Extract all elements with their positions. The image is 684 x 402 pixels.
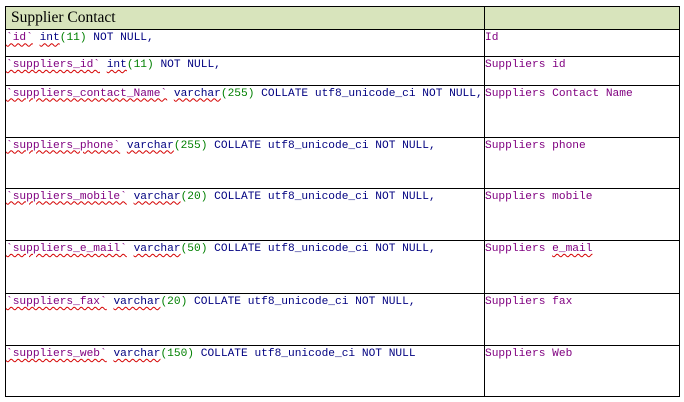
column-size: (20)	[160, 295, 188, 308]
table-title: Supplier Contact	[11, 9, 116, 26]
column-name: `suppliers_contact_Name`	[6, 87, 168, 100]
column-definition: `suppliers_id` int(11) NOT NULL,	[5, 56, 485, 86]
column-size: (150)	[160, 347, 195, 360]
table-row: `suppliers_phone` varchar(255) COLLATE u…	[5, 136, 680, 189]
column-size: (11)	[59, 32, 87, 45]
column-description: Suppliers e_mail	[484, 239, 680, 294]
column-constraints: COLLATE utf8_unicode_ci NOT NULL,	[254, 87, 483, 100]
column-type: varchar	[113, 347, 161, 360]
column-definition: `suppliers_fax` varchar(20) COLLATE utf8…	[5, 292, 485, 346]
column-type: varchar	[126, 139, 174, 152]
column-name: `suppliers_mobile`	[6, 190, 127, 203]
column-size: (11)	[126, 59, 154, 71]
table-row: `id` int(11) NOT NULL, Id	[5, 29, 680, 57]
table-row: `suppliers_mobile` varchar(20) COLLATE u…	[5, 187, 680, 241]
column-name: `suppliers_phone`	[6, 139, 121, 152]
column-constraints: COLLATE utf8_unicode_ci NOT NULL,	[207, 190, 436, 203]
table-row: `suppliers_e_mail` varchar(50) COLLATE u…	[5, 239, 680, 294]
column-constraints: COLLATE utf8_unicode_ci NOT NULL,	[207, 242, 436, 255]
table-title-cell: Supplier Contact	[5, 5, 485, 31]
column-type: int	[106, 59, 127, 71]
column-name: `suppliers_id`	[6, 59, 101, 71]
column-type: varchar	[133, 242, 181, 255]
column-definition: `id` int(11) NOT NULL,	[5, 29, 485, 57]
column-name: `id`	[6, 32, 33, 45]
column-definition: `suppliers_mobile` varchar(20) COLLATE u…	[5, 187, 485, 241]
table-row: `suppliers_id` int(11) NOT NULL, Supplie…	[5, 56, 680, 86]
table-header-row: Supplier Contact	[5, 5, 680, 31]
column-constraints: NOT NULL,	[86, 32, 154, 45]
column-constraints: COLLATE utf8_unicode_ci NOT NULL,	[187, 295, 416, 308]
column-description: Id	[484, 29, 680, 57]
column-description: Suppliers phone	[484, 136, 680, 189]
column-constraints: NOT NULL,	[153, 59, 221, 71]
column-definition: `suppliers_phone` varchar(255) COLLATE u…	[5, 136, 485, 189]
column-description: Suppliers id	[484, 56, 680, 86]
column-description: Suppliers fax	[484, 292, 680, 346]
column-size: (255)	[220, 87, 255, 100]
column-size: (20)	[180, 190, 208, 203]
column-name: `suppliers_fax`	[6, 295, 107, 308]
column-type: varchar	[113, 295, 161, 308]
table-row: `suppliers_contact_Name` varchar(255) CO…	[5, 84, 680, 138]
column-size: (255)	[173, 139, 208, 152]
column-definition: `suppliers_web` varchar(150) COLLATE utf…	[5, 344, 485, 398]
table-row: `suppliers_fax` varchar(20) COLLATE utf8…	[5, 292, 680, 346]
table-header-empty-cell	[484, 5, 680, 31]
column-definition: `suppliers_e_mail` varchar(50) COLLATE u…	[5, 239, 485, 294]
column-type: int	[39, 32, 60, 45]
column-description: Suppliers mobile	[484, 187, 680, 241]
column-type: varchar	[133, 190, 181, 203]
description-text-underlined: e_mail	[552, 242, 593, 255]
column-description: Suppliers Contact Name	[484, 84, 680, 138]
table-row: `suppliers_web` varchar(150) COLLATE utf…	[5, 344, 680, 398]
supplier-contact-table: Supplier Contact `id` int(11) NOT NULL, …	[5, 5, 680, 398]
column-name: `suppliers_e_mail`	[6, 242, 127, 255]
column-name: `suppliers_web`	[6, 347, 107, 360]
description-text: Suppliers	[485, 242, 553, 255]
column-size: (50)	[180, 242, 208, 255]
column-constraints: COLLATE utf8_unicode_ci NOT NULL	[194, 347, 416, 360]
column-description: Suppliers Web	[484, 344, 680, 398]
column-definition: `suppliers_contact_Name` varchar(255) CO…	[5, 84, 485, 138]
column-type: varchar	[173, 87, 221, 100]
column-constraints: COLLATE utf8_unicode_ci NOT NULL,	[207, 139, 436, 152]
